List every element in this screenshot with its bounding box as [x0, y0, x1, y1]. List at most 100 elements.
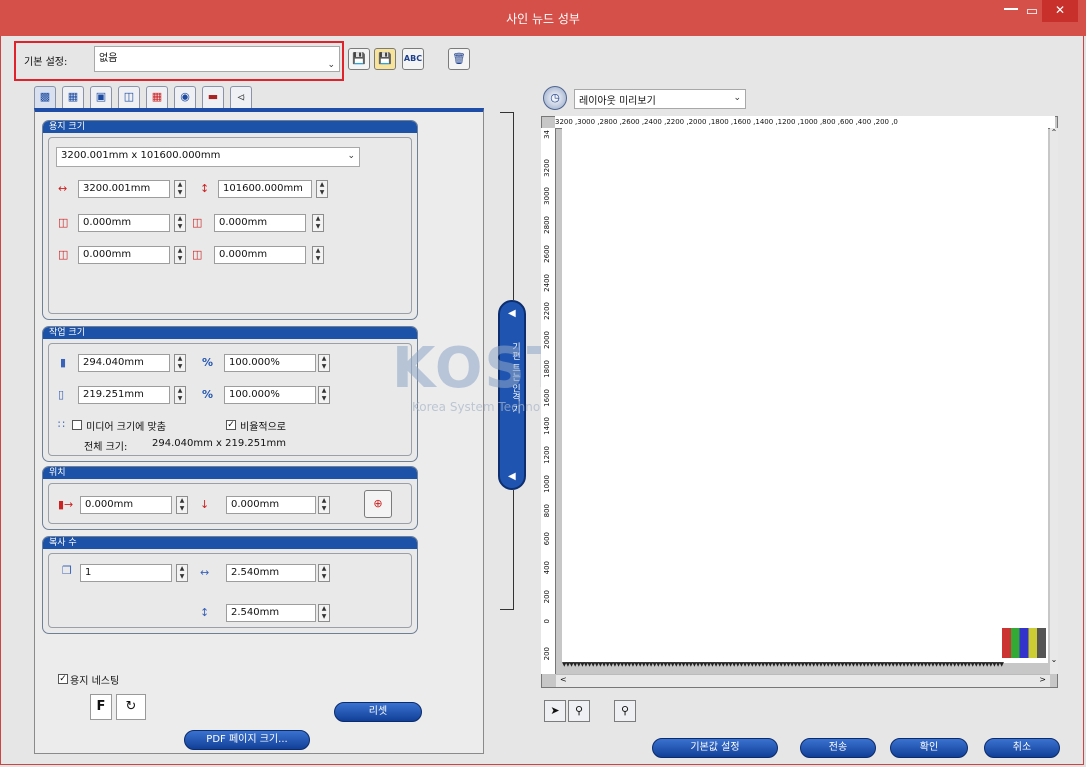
- horizontal-gap-stepper[interactable]: ▲ ▼: [318, 564, 330, 582]
- left-ruler-label: 800: [543, 503, 551, 517]
- reset-button[interactable]: 리셋: [334, 702, 422, 722]
- delete-icon[interactable]: 🗑: [448, 48, 470, 70]
- save-tab[interactable]: ▦: [62, 86, 84, 108]
- printer-tab[interactable]: ⏿: [230, 86, 252, 108]
- center-position-button[interactable]: ⊕: [364, 490, 392, 518]
- margin-top-stepper[interactable]: ▲ ▼: [312, 214, 324, 232]
- zoom-fit-icon[interactable]: ⚲: [614, 700, 636, 722]
- job-height-pct-stepper[interactable]: ▲ ▼: [318, 386, 330, 404]
- fit-media-label: 미디어 크기에 맞춤: [86, 422, 166, 433]
- scroll-down-icon[interactable]: ⌄: [1050, 655, 1058, 664]
- left-ruler-label: 400: [543, 561, 551, 575]
- position-x-field[interactable]: 0.000mm: [80, 496, 172, 514]
- cancel-button[interactable]: 취소: [984, 738, 1060, 758]
- fit-media-checkbox[interactable]: [72, 420, 82, 430]
- lock-ratio-icon: ∷: [58, 418, 65, 431]
- margin-left-stepper[interactable]: ▲ ▼: [174, 214, 186, 232]
- layout-tab[interactable]: ◫: [118, 86, 140, 108]
- left-ruler-label: 0: [543, 618, 551, 623]
- job-width-icon: ▮: [60, 356, 67, 369]
- zoom-tool-icon[interactable]: ⚲: [568, 700, 590, 722]
- margin-right-stepper[interactable]: ▲ ▼: [174, 246, 186, 264]
- vertical-gap-stepper[interactable]: ▲ ▼: [318, 604, 330, 622]
- margin-bottom-field[interactable]: 0.000mm: [214, 246, 306, 264]
- margin-right-field[interactable]: 0.000mm: [78, 246, 170, 264]
- copies-count-stepper[interactable]: ▲ ▼: [176, 564, 188, 582]
- margin-left-field[interactable]: 0.000mm: [78, 214, 170, 232]
- horizontal-gap-icon: ↔: [200, 566, 210, 579]
- save-icon[interactable]: 💾: [348, 48, 370, 70]
- position-y-icon: ↓: [200, 498, 210, 511]
- job-height-stepper[interactable]: ▲ ▼: [174, 386, 186, 404]
- select-tool-icon[interactable]: ➤: [544, 700, 566, 722]
- job-height-field[interactable]: 219.251mm: [78, 386, 170, 404]
- job-height-pct-field[interactable]: 100.000%: [224, 386, 316, 404]
- collapse-icon[interactable]: ◀: [508, 308, 516, 319]
- media-size-title: 용지 크기: [49, 122, 85, 132]
- width-icon: ↔: [58, 182, 68, 195]
- job-width-stepper[interactable]: ▲ ▼: [174, 354, 186, 372]
- left-ruler-label: 1800: [543, 359, 551, 378]
- copies-title: 복사 수: [49, 538, 77, 548]
- preset-select[interactable]: 없음 ⌄: [94, 46, 340, 72]
- media-size-select[interactable]: 3200.001mm x 101600.000mm ⌄: [56, 147, 360, 167]
- position-y-field[interactable]: 0.000mm: [226, 496, 316, 514]
- margin-top-field[interactable]: 0.000mm: [214, 214, 306, 232]
- chevron-down-icon: ⌄: [733, 93, 741, 103]
- horizontal-scrollbar[interactable]: < >: [556, 674, 1050, 687]
- layout-canvas[interactable]: [562, 128, 1048, 663]
- left-ruler-label: 200: [543, 647, 551, 661]
- margin-bottom-stepper[interactable]: ▲ ▼: [312, 246, 324, 264]
- close-icon[interactable]: ✕: [1042, 0, 1078, 22]
- expand-icon[interactable]: ◀: [508, 471, 516, 482]
- copies-count-field[interactable]: 1: [80, 564, 172, 582]
- minimize-icon[interactable]: [1004, 8, 1018, 10]
- vertical-gap-field[interactable]: 2.540mm: [226, 604, 316, 622]
- media-width-stepper[interactable]: ▲ ▼: [174, 180, 186, 198]
- color-tab[interactable]: ▬: [202, 86, 224, 108]
- position-y-stepper[interactable]: ▲ ▼: [318, 496, 330, 514]
- maximize-icon[interactable]: ▭: [1026, 4, 1038, 19]
- total-size-label: 전체 크기:: [84, 442, 128, 453]
- media-edge-ticks: ▼▼▼▼▼▼▼▼▼▼▼▼▼▼▼▼▼▼▼▼▼▼▼▼▼▼▼▼▼▼▼▼▼▼▼▼▼▼▼▼…: [562, 662, 1004, 668]
- total-size-value: 294.040mm x 219.251mm: [152, 438, 286, 449]
- splitter-bracket-bottom: [500, 490, 514, 610]
- ok-button[interactable]: 확인: [890, 738, 968, 758]
- job-width-field[interactable]: 294.040mm: [78, 354, 170, 372]
- left-ruler-label: 600: [543, 532, 551, 546]
- save-as-icon[interactable]: 💾: [374, 48, 396, 70]
- media-tab[interactable]: ▩: [34, 86, 56, 108]
- margin-left-icon: ◫: [58, 216, 69, 229]
- left-ruler-label: 3200: [543, 158, 551, 177]
- tile-tab[interactable]: ▦: [146, 86, 168, 108]
- left-ruler-label: 1000: [543, 474, 551, 493]
- scroll-left-icon[interactable]: <: [560, 675, 567, 684]
- preview-mode-select[interactable]: 레이아웃 미리보기 ⌄: [574, 89, 746, 109]
- nesting-label: 용지 네스팅: [70, 676, 120, 687]
- scroll-up-icon[interactable]: ⌃: [1050, 128, 1058, 137]
- scroll-right-icon[interactable]: >: [1039, 675, 1046, 684]
- rotate-icon[interactable]: ↻: [116, 694, 146, 720]
- media-height-field[interactable]: 101600.000mm: [218, 180, 312, 198]
- mark-tab[interactable]: ◉: [174, 86, 196, 108]
- proportional-checkbox[interactable]: ✓: [226, 420, 236, 430]
- send-button[interactable]: 전송: [800, 738, 876, 758]
- position-x-stepper[interactable]: ▲ ▼: [176, 496, 188, 514]
- job-width-pct-stepper[interactable]: ▲ ▼: [318, 354, 330, 372]
- media-width-field[interactable]: 3200.001mm: [78, 180, 170, 198]
- media-size-value: 3200.001mm x 101600.000mm: [61, 150, 221, 161]
- default-settings-button[interactable]: 기본값 설정: [652, 738, 778, 758]
- nesting-checkbox[interactable]: ✓: [58, 674, 68, 684]
- vertical-scrollbar[interactable]: ⌃ ⌄: [1050, 128, 1058, 674]
- media-height-stepper[interactable]: ▲ ▼: [316, 180, 328, 198]
- preset-label: 기본 설정:: [24, 57, 68, 68]
- orientation-f-button[interactable]: F: [90, 694, 112, 720]
- job-thumbnail[interactable]: [1002, 628, 1046, 658]
- job-width-pct-field[interactable]: 100.000%: [224, 354, 316, 372]
- clock-icon[interactable]: ◷: [543, 86, 567, 110]
- rename-icon[interactable]: ABC: [402, 48, 424, 70]
- pdf-page-size-button[interactable]: PDF 페이지 크기...: [184, 730, 310, 750]
- horizontal-gap-field[interactable]: 2.540mm: [226, 564, 316, 582]
- proportional-label: 비율적으로: [240, 422, 286, 433]
- image-tab[interactable]: ▣: [90, 86, 112, 108]
